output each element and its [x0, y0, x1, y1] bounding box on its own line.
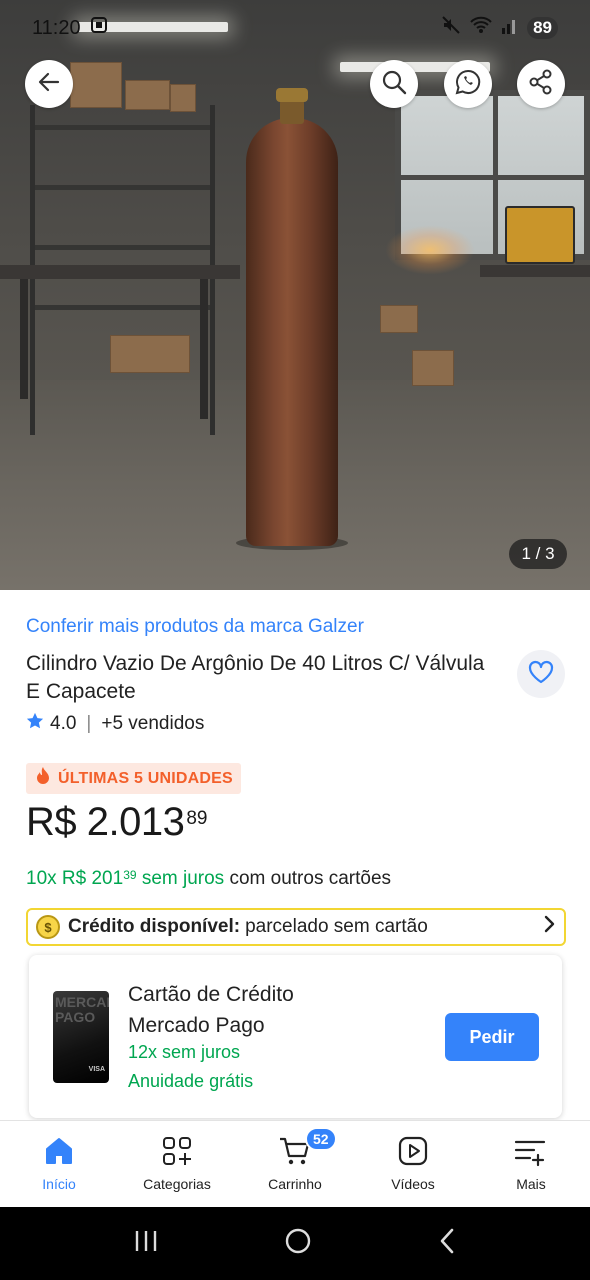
wifi-icon: [469, 15, 493, 41]
request-card-button[interactable]: Pedir: [445, 1013, 539, 1061]
cart-count-badge: 52: [305, 1127, 337, 1151]
home-icon: [43, 1135, 75, 1170]
nav-home-label: Início: [42, 1176, 76, 1192]
installments-other-cards: com outros cartões: [224, 868, 392, 889]
chevron-right-icon: [542, 915, 556, 939]
card-offer-installments: 12x sem juros: [128, 1042, 241, 1062]
recent-apps-icon[interactable]: [132, 1228, 160, 1259]
back-system-icon[interactable]: [436, 1227, 458, 1260]
signal-icon: [501, 15, 519, 41]
more-icon: [514, 1135, 548, 1170]
nav-cart-label: Carrinho: [268, 1176, 322, 1192]
stock-badge-text: ÚLTIMAS 5 UNIDADES: [58, 769, 233, 787]
nav-more-label: Mais: [516, 1176, 546, 1192]
back-button[interactable]: [25, 60, 73, 108]
mute-icon: [441, 15, 461, 41]
star-icon: [26, 712, 44, 736]
whatsapp-share-button[interactable]: [444, 60, 492, 108]
nav-videos-label: Vídeos: [391, 1176, 435, 1192]
credit-label: Crédito disponível:: [68, 916, 241, 937]
nav-categories-label: Categorias: [143, 1176, 211, 1192]
card-offer-title: Cartão de Crédito Mercado Pago: [128, 979, 294, 1041]
image-box: [70, 62, 122, 108]
nav-more[interactable]: Mais: [472, 1121, 590, 1207]
image-box: [170, 84, 196, 112]
share-button[interactable]: [517, 60, 565, 108]
flame-icon: [34, 766, 52, 791]
whatsapp-icon: [453, 67, 483, 102]
search-icon: [380, 68, 408, 101]
installments-no-interest: sem juros: [136, 868, 225, 889]
share-icon: [527, 68, 555, 101]
image-bench-leg: [20, 279, 28, 399]
status-time: 11:20: [32, 16, 81, 39]
product-title: Cilindro Vazio De Argônio De 40 Litros C…: [26, 652, 485, 703]
price-cents: 89: [186, 808, 208, 829]
card-art-text: MERCADO PAGO: [55, 994, 109, 1025]
brand-products-link[interactable]: Conferir mais produtos da marca Galzer: [26, 616, 364, 638]
card-brand: VISA: [88, 1066, 105, 1073]
search-button[interactable]: [370, 60, 418, 108]
credit-available-row[interactable]: $ Crédito disponível: parcelado sem cart…: [26, 908, 566, 946]
back-arrow-icon: [35, 68, 63, 101]
nav-home[interactable]: Início: [0, 1121, 118, 1207]
card-offer-annual-fee: Anuidade grátis: [128, 1071, 254, 1091]
battery-level: 89: [527, 17, 558, 39]
bottom-navigation: Início Categorias 52 Carrinho Vídeos Mai…: [0, 1120, 590, 1207]
coin-icon: $: [36, 915, 60, 939]
nav-cart[interactable]: 52 Carrinho: [236, 1121, 354, 1207]
nav-videos[interactable]: Vídeos: [354, 1121, 472, 1207]
video-icon: [397, 1135, 429, 1170]
home-system-icon[interactable]: [283, 1226, 313, 1261]
status-bar: 11:20 89: [0, 0, 590, 56]
image-welder-machine: [505, 206, 575, 264]
image-box: [412, 350, 454, 386]
image-workbench-right: [480, 265, 590, 277]
image-box: [125, 80, 170, 110]
image-box: [380, 305, 418, 333]
image-sparks: [385, 225, 475, 275]
rating-value: 4.0: [50, 713, 77, 734]
sold-count: +5 vendidos: [101, 713, 205, 734]
rating-divider: |: [86, 713, 92, 734]
card-offer-title-line1: Cartão de Crédito: [128, 983, 294, 1006]
card-offer-title-line2: Mercado Pago: [128, 1014, 265, 1037]
price: R$ 2.013 89: [26, 800, 207, 845]
product-image-gallery[interactable]: [0, 0, 590, 590]
credit-card-offer[interactable]: MERCADO PAGO VISA Cartão de Crédito Merc…: [29, 955, 562, 1118]
image-box: [110, 335, 190, 373]
credit-text: parcelado sem cartão: [245, 916, 428, 937]
stock-badge: ÚLTIMAS 5 UNIDADES: [26, 763, 241, 794]
rating-row[interactable]: 4.0 | +5 vendidos: [26, 712, 204, 736]
image-workbench: [0, 265, 240, 279]
credit-card-image: MERCADO PAGO VISA: [53, 991, 109, 1083]
favorite-button[interactable]: [517, 650, 565, 698]
nav-categories[interactable]: Categorias: [118, 1121, 236, 1207]
cylinder-valve: [276, 88, 308, 102]
system-navigation-bar: [0, 1207, 590, 1280]
price-main: R$ 2.013: [26, 800, 185, 844]
image-pager: 1 / 3: [509, 539, 567, 569]
installments-info: 10x R$ 201 39 sem juros com outros cartõ…: [26, 868, 391, 890]
image-bench-leg: [200, 279, 208, 419]
screenshot-icon: [89, 15, 109, 41]
categories-icon: [161, 1135, 193, 1170]
cylinder-neck: [280, 100, 304, 124]
installments-amount: 10x R$ 201: [26, 868, 124, 889]
heart-icon: [527, 659, 555, 690]
product-cylinder: [246, 118, 338, 546]
installments-cents: 39: [123, 868, 137, 882]
